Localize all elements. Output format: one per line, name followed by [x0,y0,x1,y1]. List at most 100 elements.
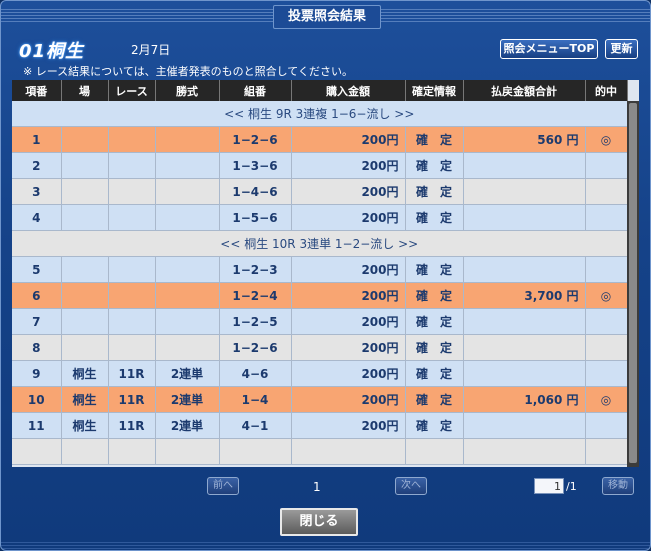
cell-amount: 200円 [291,282,406,309]
cell-status: 確 定 [405,308,464,335]
cell-no: 5 [12,256,62,283]
cell-type [155,152,220,179]
cell-hit: ◎ [585,282,628,309]
cell-place [61,204,109,231]
cell-type [155,282,220,309]
cell-no: 6 [12,282,62,309]
cell-payout [463,256,586,283]
cell-place [61,126,109,153]
cell-payout: 560 円 [463,126,586,153]
cell-place [61,256,109,283]
cell-status: 確 定 [405,126,464,153]
cell-payout: 3,700 円 [463,282,586,309]
cell-payout [463,308,586,335]
window-title: 投票照会結果 [273,5,381,29]
cell-combo: 1−4−6 [219,178,292,205]
cell-type: 2連単 [155,412,220,439]
cell-amount: 200円 [291,178,406,205]
table-row[interactable]: 9 桐生 11R 2連単 4−6 200円 確 定 [12,360,628,387]
cell-status: 確 定 [405,360,464,387]
table-row[interactable]: 1 1−2−6 200円 確 定 560 円 ◎ [12,126,628,153]
cell-type [155,308,220,335]
go-page-button[interactable]: 移動 [602,477,634,495]
result-table: 項番 場 レース 勝式 組番 購入金額 確定情報 払戻金額合計 的中 << 桐生… [12,80,628,465]
cell-type: 2連単 [155,386,220,413]
cell-place: 桐生 [61,360,109,387]
cell-combo: 1−4 [219,386,292,413]
cell-hit [585,308,628,335]
result-window: 投票照会結果 01桐生 2月7日 ※ レース結果については、主催者発表のものと照… [0,0,651,551]
cell-combo: 4−1 [219,412,292,439]
bottom-stripes [1,542,650,550]
cell-payout: 1,060 円 [463,386,586,413]
cell-status: 確 定 [405,386,464,413]
table-row[interactable]: 7 1−2−5 200円 確 定 [12,308,628,335]
cell-place: 桐生 [61,386,109,413]
next-page-button[interactable]: 次へ [395,477,427,495]
cell-hit [585,334,628,361]
cell-status: 確 定 [405,204,464,231]
group-header-row: << 桐生 9R 3連複 1−6−流し >> [12,101,628,127]
cell-no: 7 [12,308,62,335]
refresh-button[interactable]: 更新 [605,39,638,59]
col-header-combo: 組番 [219,80,292,101]
result-table-panel: 項番 場 レース 勝式 組番 購入金額 確定情報 払戻金額合計 的中 << 桐生… [12,80,639,467]
cell-combo: 1−3−6 [219,152,292,179]
cell-no: 4 [12,204,62,231]
cell-amount: 200円 [291,386,406,413]
prev-page-button[interactable]: 前へ [207,477,239,495]
table-row[interactable]: 2 1−3−6 200円 確 定 [12,152,628,179]
menu-top-button[interactable]: 照会メニューTOP [500,39,598,59]
cell-combo: 1−2−3 [219,256,292,283]
page-number-input[interactable] [534,478,564,494]
cell-hit: ◎ [585,386,628,413]
cell-hit [585,178,628,205]
cell-status: 確 定 [405,152,464,179]
cell-payout [463,334,586,361]
cell-hit [585,360,628,387]
cell-place [61,334,109,361]
col-header-type: 勝式 [155,80,220,101]
group-header-row: << 桐生 10R 3連単 1−2−流し >> [12,230,628,257]
cell-no: 9 [12,360,62,387]
cell-type [155,256,220,283]
cell-race [108,256,156,283]
cell-amount: 200円 [291,204,406,231]
table-row[interactable]: 4 1−5−6 200円 確 定 [12,204,628,231]
cell-place [61,308,109,335]
cell-combo: 1−2−6 [219,334,292,361]
close-button[interactable]: 閉じる [280,508,358,536]
cell-status: 確 定 [405,412,464,439]
cell-type [155,334,220,361]
notice-text: ※ レース結果については、主催者発表のものと照合してください。 [23,65,353,78]
cell-payout [463,178,586,205]
col-header-race: レース [108,80,156,101]
cell-race: 11R [108,360,156,387]
cell-payout [463,204,586,231]
table-row[interactable]: 5 1−2−3 200円 確 定 [12,256,628,283]
vertical-scrollbar[interactable] [627,101,639,467]
cell-status: 確 定 [405,178,464,205]
cell-combo: 1−5−6 [219,204,292,231]
table-row[interactable]: 11 桐生 11R 2連単 4−1 200円 確 定 [12,412,628,439]
table-row[interactable]: 3 1−4−6 200円 確 定 [12,178,628,205]
table-row[interactable]: 8 1−2−6 200円 確 定 [12,334,628,361]
table-row[interactable]: 6 1−2−4 200円 確 定 3,700 円 ◎ [12,282,628,309]
table-row[interactable]: 10 桐生 11R 2連単 1−4 200円 確 定 1,060 円 ◎ [12,386,628,413]
col-header-payout: 払戻金額合計 [463,80,586,101]
group-label: << 桐生 10R 3連単 1−2−流し >> [12,230,628,257]
cell-combo: 1−2−6 [219,126,292,153]
cell-no: 2 [12,152,62,179]
scrollbar-thumb[interactable] [629,103,637,463]
cell-status: 確 定 [405,334,464,361]
cell-race: 11R [108,412,156,439]
cell-place [61,282,109,309]
cell-amount: 200円 [291,334,406,361]
cell-race [108,178,156,205]
col-header-amount: 購入金額 [291,80,406,101]
cell-no: 11 [12,412,62,439]
cell-combo: 1−2−5 [219,308,292,335]
current-page-number: 1 [313,480,321,494]
cell-amount: 200円 [291,256,406,283]
cell-amount: 200円 [291,152,406,179]
